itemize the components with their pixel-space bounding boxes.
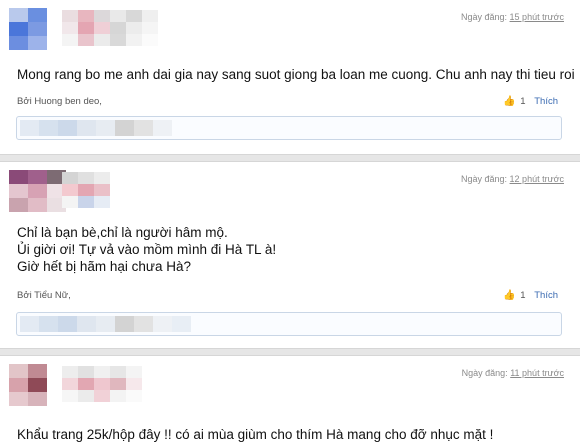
comment-author: Bởi Huong ben deo,	[17, 96, 102, 107]
like-count: 1	[520, 96, 526, 107]
comment-text: Mong rang bo me anh dai gia nay sang suo…	[17, 67, 575, 82]
avatar[interactable]	[9, 8, 47, 50]
avatar[interactable]	[9, 364, 47, 406]
like-count: 1	[520, 290, 526, 301]
like-control: 👍 1 Thích	[503, 290, 558, 301]
reply-input[interactable]	[16, 312, 562, 336]
thumbs-up-icon[interactable]: 👍	[503, 96, 515, 107]
timestamp: Ngày đăng: 12 phút trước	[460, 174, 564, 184]
like-button[interactable]: Thích	[534, 96, 558, 107]
comment-separator	[0, 348, 580, 356]
comment-text: Khẩu trang 25k/hộp đây !! có ai mùa giùm…	[17, 427, 494, 442]
blurred-username	[62, 366, 142, 402]
comment-text: Chỉ là bạn bè,chỉ là người hâm mộ. Ủi gi…	[17, 225, 277, 274]
timestamp: Ngày đăng: 15 phút trước	[460, 12, 564, 22]
timestamp-link[interactable]: 11 phút trước	[510, 368, 564, 378]
blurred-username	[62, 172, 110, 208]
timestamp-link[interactable]: 12 phút trước	[510, 174, 564, 184]
avatar[interactable]	[9, 170, 66, 212]
blurred-reply-avatar	[20, 316, 191, 332]
timestamp: Ngày đăng: 11 phút trước	[461, 368, 564, 378]
reply-input[interactable]	[16, 116, 562, 140]
thumbs-up-icon[interactable]: 👍	[503, 290, 515, 301]
timestamp-link[interactable]: 15 phút trước	[510, 12, 564, 22]
comment-1: Ngày đăng: 15 phút trước Mong rang bo me…	[0, 0, 580, 150]
blurred-reply-avatar	[20, 120, 172, 136]
blurred-username	[62, 10, 158, 46]
like-control: 👍 1 Thích	[503, 96, 558, 107]
comment-2: Ngày đăng: 12 phút trước Chỉ là bạn bè,c…	[0, 162, 580, 342]
comment-author: Bởi Tiểu Nữ,	[17, 290, 71, 301]
like-button[interactable]: Thích	[534, 290, 558, 301]
comment-separator	[0, 154, 580, 162]
comment-3: Ngày đăng: 11 phút trước Khẩu trang 25k/…	[0, 356, 580, 444]
